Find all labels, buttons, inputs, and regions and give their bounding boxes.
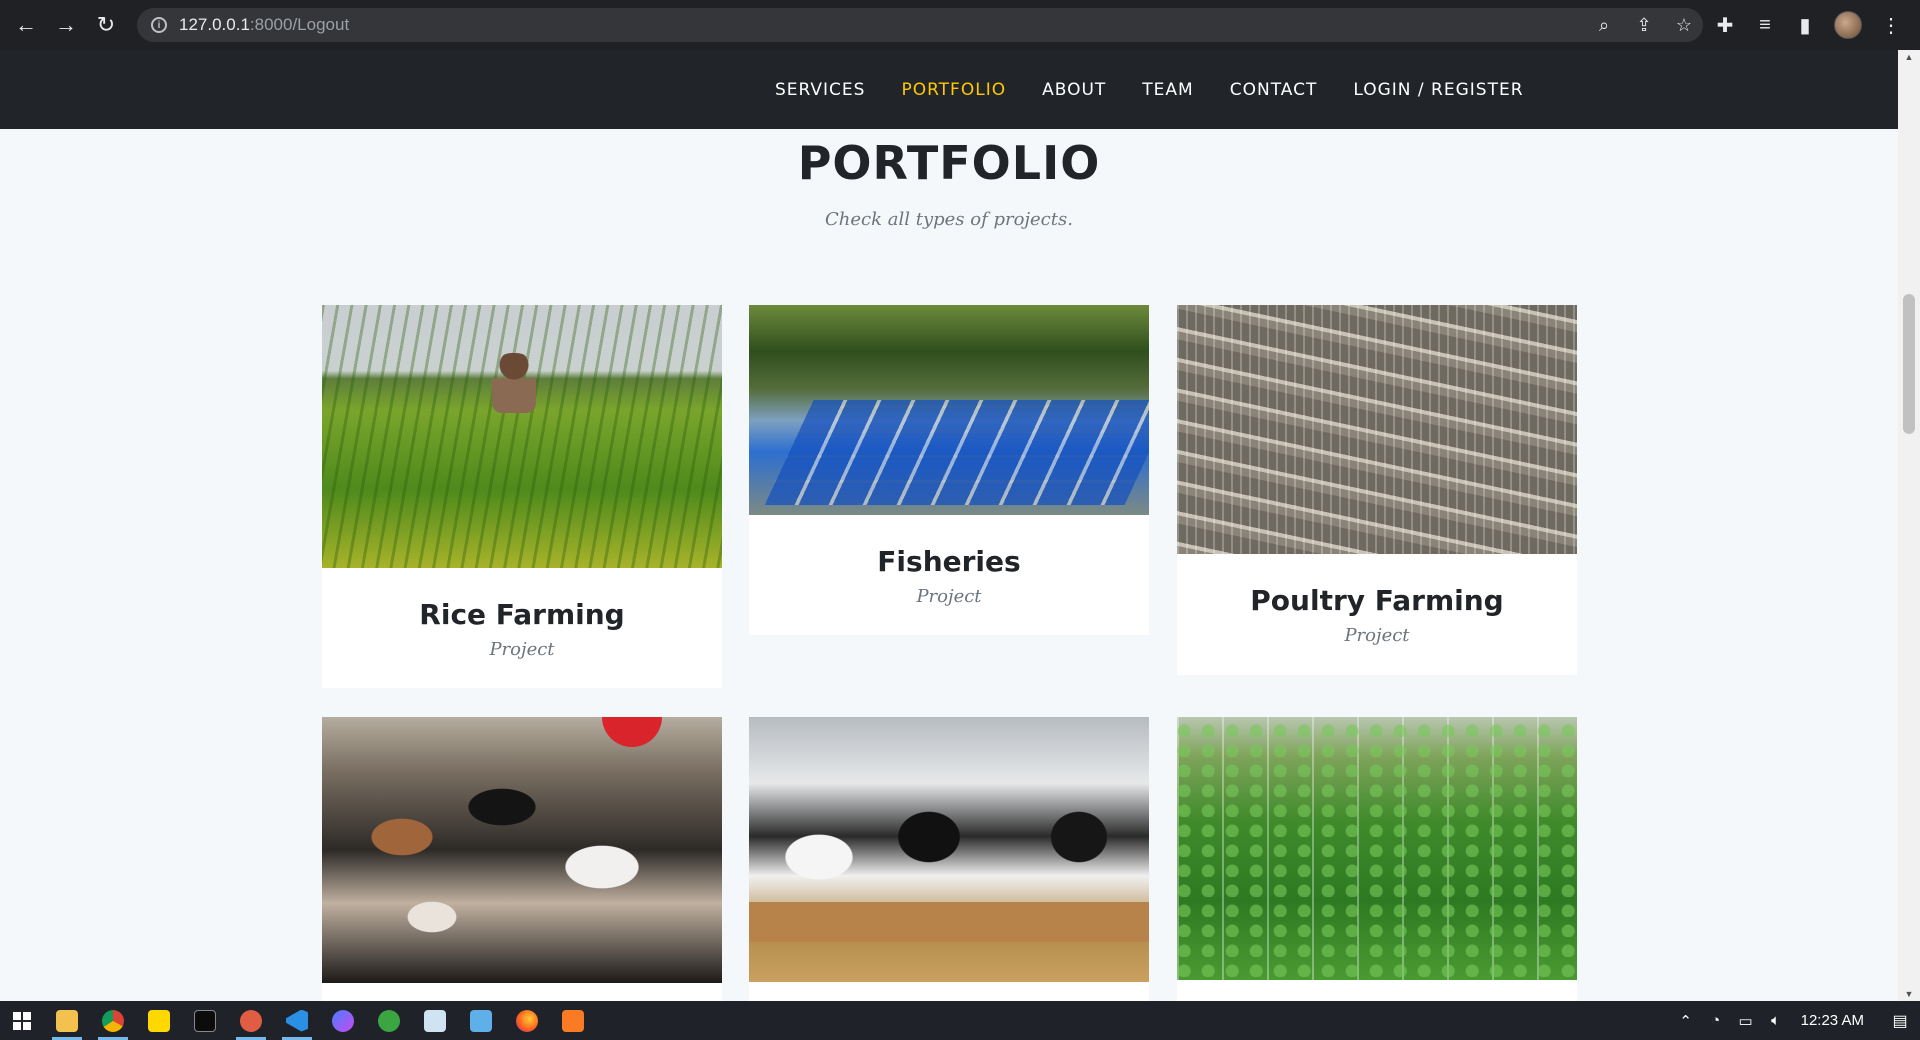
- scroll-down-arrow-icon[interactable]: ▼: [1898, 989, 1920, 999]
- battery-icon[interactable]: ▭: [1731, 1012, 1761, 1030]
- extensions-puzzle-icon[interactable]: ✚: [1714, 13, 1736, 38]
- main-menu: SERVICES PORTFOLIO ABOUT TEAM CONTACT LO…: [775, 50, 1560, 129]
- paint-icon[interactable]: [458, 1001, 504, 1040]
- profile-avatar[interactable]: [1834, 11, 1862, 39]
- site-info-icon[interactable]: i: [151, 17, 167, 33]
- section-subtitle: Check all types of projects.: [825, 209, 1073, 230]
- vscode-icon[interactable]: [274, 1001, 320, 1040]
- portfolio-item-rice-farming[interactable]: Rice Farming Project: [322, 305, 722, 688]
- portfolio-item-subtitle: Project: [1344, 625, 1410, 646]
- greenhouse-vegetables-photo[interactable]: [1177, 717, 1577, 980]
- nav-link-team[interactable]: TEAM: [1142, 80, 1193, 100]
- goats-feeding-photo[interactable]: [322, 717, 722, 983]
- git-client-icon[interactable]: [228, 1001, 274, 1040]
- xampp-icon[interactable]: [550, 1001, 596, 1040]
- nav-link-about[interactable]: ABOUT: [1042, 80, 1106, 100]
- portfolio-item-dairy[interactable]: [749, 717, 1149, 1001]
- windows-taskbar: ⌃ ◔ ▭ 🔈︎ 12:23 AM ▤: [0, 1001, 1920, 1040]
- arrow-right-icon: →: [55, 12, 77, 37]
- portfolio-item-title: Rice Farming: [419, 598, 625, 631]
- firefox-icon[interactable]: [504, 1001, 550, 1040]
- portfolio-caption: Poultry Farming Project: [1177, 554, 1577, 646]
- back-button[interactable]: ←: [6, 0, 46, 50]
- messenger-icon[interactable]: [320, 1001, 366, 1040]
- clock[interactable]: 12:23 AM: [1801, 1012, 1864, 1029]
- chevron-up-icon[interactable]: ⌃: [1671, 1012, 1701, 1030]
- poultry-cages-photo[interactable]: [1177, 305, 1577, 554]
- address-bar[interactable]: i 127.0.0.1:8000/Logout ⌕ ⇪ ☆: [137, 8, 1703, 42]
- portfolio-caption: Rice Farming Project: [322, 568, 722, 660]
- wifi-icon[interactable]: ◔: [1701, 1012, 1731, 1029]
- notifications-icon[interactable]: ▤: [1880, 1011, 1920, 1031]
- portfolio-item-title: Poultry Farming: [1250, 584, 1504, 617]
- menu-kebab-icon[interactable]: ⋮: [1880, 13, 1902, 38]
- file-explorer-icon[interactable]: [44, 1001, 90, 1040]
- portfolio-item-title: Fisheries: [877, 545, 1021, 578]
- nav-link-portfolio[interactable]: PORTFOLIO: [901, 80, 1006, 100]
- url-path: :8000/Logout: [249, 15, 350, 34]
- url-host: 127.0.0.1: [179, 15, 250, 34]
- side-panel-icon[interactable]: ▮: [1794, 13, 1816, 38]
- forward-button[interactable]: →: [46, 0, 86, 50]
- portfolio-item-fisheries[interactable]: Fisheries Project: [749, 305, 1149, 635]
- reload-icon: ↻: [96, 12, 116, 37]
- nav-link-services[interactable]: SERVICES: [775, 80, 865, 100]
- scroll-up-arrow-icon[interactable]: ▲: [1898, 52, 1920, 62]
- portfolio-caption: Fisheries Project: [749, 515, 1149, 607]
- coreldraw-icon[interactable]: [366, 1001, 412, 1040]
- nav-link-login-register[interactable]: LOGIN / REGISTER: [1353, 80, 1523, 100]
- zoom-icon[interactable]: ⌕: [1593, 15, 1615, 36]
- url-text[interactable]: 127.0.0.1:8000/Logout: [179, 15, 349, 35]
- fish-ponds-photo[interactable]: [749, 305, 1149, 515]
- sticky-notes-icon[interactable]: [136, 1001, 182, 1040]
- portfolio-item-poultry-farming[interactable]: Poultry Farming Project: [1177, 305, 1577, 675]
- portfolio-item-subtitle: Project: [489, 639, 555, 660]
- reading-list-icon[interactable]: ≡: [1754, 14, 1776, 37]
- portfolio-item-goats[interactable]: [322, 717, 722, 1001]
- web-page: SERVICES PORTFOLIO ABOUT TEAM CONTACT LO…: [0, 50, 1898, 1001]
- terminal-icon[interactable]: [182, 1001, 228, 1040]
- portfolio-item-subtitle: Project: [916, 586, 982, 607]
- arrow-left-icon: ←: [15, 12, 37, 37]
- notepad-icon[interactable]: [412, 1001, 458, 1040]
- section-title: PORTFOLIO: [797, 136, 1101, 190]
- share-icon[interactable]: ⇪: [1633, 15, 1655, 36]
- bookmark-star-icon[interactable]: ☆: [1673, 15, 1695, 36]
- start-button[interactable]: [0, 1001, 44, 1040]
- windows-logo-icon: [13, 1011, 31, 1030]
- reload-button[interactable]: ↻: [86, 0, 126, 50]
- portfolio-item-greenhouse[interactable]: [1177, 717, 1577, 1001]
- scrollbar-thumb[interactable]: [1903, 294, 1915, 434]
- system-tray: ⌃ ◔ ▭ 🔈︎ 12:23 AM ▤: [1671, 1001, 1920, 1040]
- volume-icon[interactable]: 🔈︎: [1761, 1012, 1791, 1029]
- site-navbar: SERVICES PORTFOLIO ABOUT TEAM CONTACT LO…: [0, 50, 1898, 129]
- rice-field-farmer-photo[interactable]: [322, 305, 722, 568]
- farmer-figure: [492, 353, 536, 413]
- nav-link-contact[interactable]: CONTACT: [1230, 80, 1318, 100]
- chrome-icon[interactable]: [90, 1001, 136, 1040]
- page-scrollbar[interactable]: ▲ ▼: [1898, 50, 1920, 1001]
- dairy-cows-barn-photo[interactable]: [749, 717, 1149, 982]
- browser-toolbar: ← → ↻ i 127.0.0.1:8000/Logout ⌕ ⇪ ☆ ✚ ≡ …: [0, 0, 1920, 50]
